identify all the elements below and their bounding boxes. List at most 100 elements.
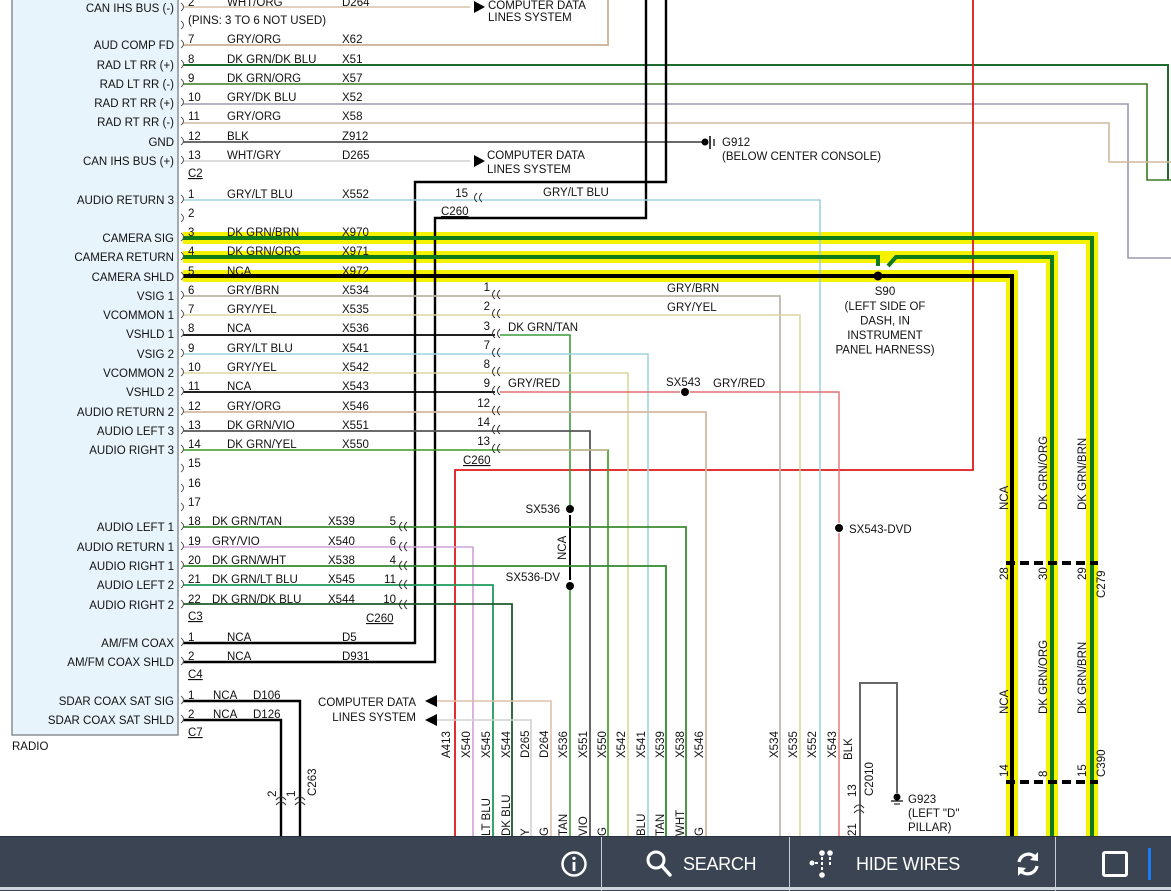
search-button[interactable]: SEARCH: [645, 837, 757, 891]
wire-a413: [454, 0, 974, 836]
wire-color-label: DK GRN/TAN: [508, 322, 578, 334]
hide-wires-button[interactable]: HIDE WIRES: [808, 837, 960, 891]
pin-function-label: AUDIO RETURN 1: [77, 542, 174, 554]
wire-color-label: GRY/DK BLU: [227, 92, 296, 104]
ground-g912-icon: [701, 138, 709, 146]
wire-color-label: NCA: [999, 689, 1011, 714]
connector-c279-label: C279: [1096, 571, 1108, 599]
wire-color-label: DK BLU: [501, 794, 513, 836]
wire-color-label: NCA: [999, 485, 1011, 510]
fullscreen-button[interactable]: [1101, 837, 1129, 891]
splice-label: SX543: [666, 377, 701, 389]
circuit-label: X535: [342, 304, 369, 316]
circuit-label: X540: [328, 536, 355, 548]
wire-color-label: DK GRN/BRN: [1077, 642, 1089, 714]
pin-terminal-icon: [180, 541, 184, 551]
wire-color-label: GRY/ORG: [227, 111, 281, 123]
pin-function-label: RAD RT RR (+): [94, 98, 174, 110]
info-button[interactable]: [560, 837, 590, 891]
arrow-left-icon: [425, 695, 437, 707]
circuit-label: X550: [597, 731, 609, 758]
c260-pin-number: 1: [484, 282, 490, 294]
connector-c260-icon: [492, 443, 501, 454]
circuit-label: X552: [342, 189, 369, 201]
wire-blk-g923: [859, 682, 898, 836]
c260-pin-number: 15: [455, 188, 468, 200]
pin-terminal-icon: [180, 39, 184, 49]
pin-terminal-icon: [180, 483, 184, 493]
connector-c260-icon: [492, 308, 501, 319]
pin-number: 7: [188, 34, 194, 46]
wire-color-label: GRY/RED: [508, 378, 560, 390]
hide-wires-label: HIDE WIRES: [856, 853, 961, 874]
pin-number: 12: [188, 401, 201, 413]
pin-terminal-icon: [180, 637, 184, 647]
circuit-label: X546: [342, 401, 369, 413]
pin-number: 10: [188, 92, 201, 104]
circuit-label: X543: [342, 381, 369, 393]
ground-location: (BELOW CENTER CONSOLE): [722, 151, 881, 163]
connector-label: C2: [188, 168, 203, 180]
c260-pin-number: 9: [484, 378, 490, 390]
pin-number: 3: [188, 227, 194, 239]
circuit-label: X538: [328, 555, 355, 567]
connector-pin-number: 21: [847, 823, 859, 836]
wire-color-label: DK GRN/BRN: [1077, 438, 1089, 510]
connector-c2010-label: C2010: [864, 762, 876, 796]
pin-function-label: VCOMMON 1: [103, 310, 174, 322]
connector-c260-icon: [492, 405, 501, 416]
wire-color-label: LT BLU: [481, 798, 493, 836]
c260-pin-number: 3: [484, 321, 490, 333]
wire-d106: [183, 699, 302, 836]
c260-pin-number: 8: [484, 359, 490, 371]
connector-c260-icon: [492, 366, 501, 377]
wire-color-label: VIO: [578, 816, 590, 836]
circuit-label: X550: [342, 439, 369, 451]
pin-number: 2: [188, 709, 194, 721]
pin-terminal-icon: [180, 194, 184, 204]
circuit-label: X551: [342, 420, 369, 432]
connector-pin-number: 13: [847, 784, 859, 797]
wire-color-label: DK GRN/WHT: [212, 555, 286, 567]
wire-color-label: GRY/BRN: [667, 283, 719, 295]
circuit-label: X971: [342, 246, 369, 258]
wiring-diagram: RADIO CAN IHS BUS (-) 2 WHT/ORG D264 (PINS: …: [11, 0, 1171, 836]
circuit-label: D126: [253, 709, 281, 721]
wire-color-label: TAN: [655, 814, 667, 836]
connector-label: C4: [188, 669, 203, 681]
pin-number: 22: [188, 594, 201, 606]
pin-number: 17: [188, 497, 201, 509]
wire-color-label: GRY/ORG: [227, 34, 281, 46]
connector-c260-icon: [492, 385, 501, 396]
circuit-label: D264: [342, 0, 370, 9]
wire-color-label: DK GRN/DK BLU: [212, 594, 301, 606]
pin-number: 9: [188, 73, 194, 85]
circuit-label: X545: [481, 731, 493, 758]
pin-function-label: AUDIO LEFT 3: [97, 426, 174, 438]
connector-c260-label: C260: [463, 455, 491, 467]
circuit-label: X972: [342, 266, 369, 278]
wire-color-label: DK GRN/LT BLU: [212, 574, 298, 586]
refresh-button[interactable]: [1013, 837, 1043, 891]
pin-function-label: AM/FM COAX: [101, 638, 174, 650]
connector-pin-number: 8: [1038, 771, 1050, 777]
search-label: SEARCH: [683, 853, 757, 874]
c260-pin-number: 10: [383, 594, 396, 606]
computer-data-ref: LINES SYSTEM: [488, 12, 572, 24]
c260-pin-number: 11: [384, 574, 396, 586]
circuit-label: X534: [769, 731, 781, 758]
connector-pin-number: 30: [1038, 567, 1050, 580]
pin-terminal-icon: [180, 714, 184, 724]
circuit-label: X536: [558, 731, 570, 758]
c260-pin-number: 13: [477, 436, 490, 448]
pin-function-label: AUDIO RIGHT 2: [89, 600, 174, 612]
circuit-label: X539: [328, 516, 355, 528]
pin-number: 18: [188, 516, 201, 528]
wire-color-label: GRY/ORG: [227, 401, 281, 413]
circuit-label: Z912: [342, 131, 368, 143]
pin-terminal-icon: [180, 444, 184, 454]
circuit-label: X546: [694, 731, 706, 758]
connector-c260-label: C260: [441, 206, 469, 218]
circuit-label: X57: [342, 73, 362, 85]
scroll-indicator[interactable]: [1148, 848, 1151, 880]
